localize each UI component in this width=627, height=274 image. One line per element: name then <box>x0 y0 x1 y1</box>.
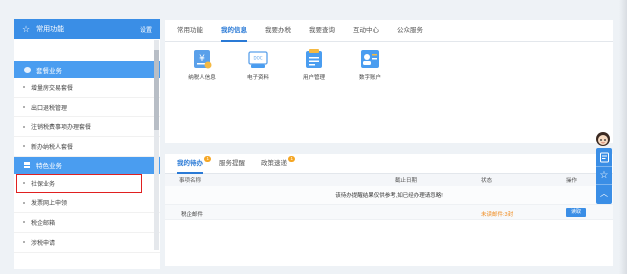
tab-label: 我的待办 <box>177 159 203 167</box>
icon-label: 电子资料 <box>246 75 269 81</box>
icon-label: 用户管理 <box>302 75 325 81</box>
favorite-star-icon[interactable]: ☆ <box>596 166 612 184</box>
col-action: 操作 <box>566 178 578 184</box>
tab-label: 政策速递 <box>261 159 287 167</box>
sidebar-item[interactable]: 增量房交易套餐 <box>14 78 160 98</box>
bullet-icon <box>23 241 25 244</box>
sidebar-item-label: 涉税申请 <box>31 240 56 247</box>
sidebar-item-label: 社保业务 <box>31 181 56 188</box>
table-header: 事项名称 截止日期 状态 操作 <box>165 174 613 186</box>
main-panel: 常用功能 我的信息 我要办税 我要查询 互动中心 公众服务 ¥ 纳税人信息 DO… <box>165 20 613 143</box>
tab-common[interactable]: 常用功能 <box>177 20 203 42</box>
sidebar-item-social-security[interactable]: 社保业务 <box>16 173 142 194</box>
digital-account-icon <box>359 48 381 70</box>
section-title: 特色业务 <box>36 163 62 171</box>
bullet-icon <box>23 125 25 128</box>
read-button[interactable]: 读取 <box>566 208 587 217</box>
tab-my-info[interactable]: 我的信息 <box>221 20 247 42</box>
table-row: 税企邮件 未读邮件:3封 读取 <box>165 204 613 220</box>
col-item: 事项名称 <box>179 178 202 184</box>
sidebar-scrollbar[interactable] <box>154 40 159 250</box>
section-header-featured[interactable]: 特色业务 <box>14 156 160 174</box>
tab-service-reminder[interactable]: 服务提醒 <box>219 154 245 174</box>
settings-link[interactable]: 设置 <box>140 25 152 34</box>
icon-label: 纳税人信息 <box>188 75 216 81</box>
user-management-tile[interactable]: 用户管理 <box>286 48 342 81</box>
tab-label: 服务提醒 <box>219 159 245 167</box>
scrollbar-thumb[interactable] <box>154 50 159 130</box>
sidebar-item-label: 发票网上申领 <box>31 201 68 208</box>
tab-policy-express[interactable]: 政策速递 1 <box>261 154 295 174</box>
count-badge: 1 <box>204 155 211 162</box>
sidebar-item[interactable]: 税企邮箱 <box>14 213 160 233</box>
package-icon <box>24 66 31 73</box>
electronic-docs-tile[interactable]: DOC 电子资料 <box>230 48 286 81</box>
sidebar-item[interactable]: 发票网上申领 <box>14 193 160 214</box>
star-icon: ☆ <box>22 23 31 34</box>
taxpayer-info-icon: ¥ <box>191 48 213 70</box>
tab-my-todo[interactable]: 我的待办 1 <box>177 154 211 174</box>
icon-label: 数字账户 <box>358 75 381 81</box>
sidebar-item-label: 税企邮箱 <box>31 220 56 227</box>
sidebar-header: ☆ 常用功能 设置 <box>14 19 160 39</box>
count-badge: 1 <box>288 155 295 162</box>
sidebar-item-label: 出口退税管理 <box>31 105 68 112</box>
chevron-up-icon[interactable]: ︿ <box>596 184 612 202</box>
bullet-icon <box>23 86 25 89</box>
todo-panel: 我的待办 1 服务提醒 政策速递 1 事项名称 截止日期 状态 操作 该待办提醒结果… <box>165 154 613 266</box>
grid-icon <box>24 162 30 169</box>
digital-account-tile[interactable]: 数字账户 <box>342 48 398 81</box>
section-header-packages[interactable]: 套餐业务 <box>14 61 160 78</box>
sidebar-item[interactable]: 涉税申请 <box>14 233 160 253</box>
assistant-avatar-icon[interactable] <box>594 130 612 148</box>
tab-query[interactable]: 我要查询 <box>309 20 335 42</box>
bullet-icon <box>23 201 25 204</box>
bullet-icon <box>23 106 25 109</box>
row-status[interactable]: 未读邮件:3封 <box>481 210 513 218</box>
tab-public-service[interactable]: 公众服务 <box>397 20 423 42</box>
electronic-docs-icon: DOC <box>247 48 269 70</box>
svg-text:DOC: DOC <box>253 56 262 61</box>
sidebar-item[interactable]: 注销税费事项办理套餐 <box>14 117 160 138</box>
row-item: 税企邮件 <box>181 212 204 218</box>
bullet-icon <box>23 182 25 185</box>
sidebar-item[interactable]: 新办纳税人套餐 <box>14 137 160 157</box>
todo-tabs: 我的待办 1 服务提醒 政策速递 1 <box>165 154 613 174</box>
sidebar-item-label: 新办纳税人套餐 <box>31 144 74 151</box>
bullet-icon <box>23 145 25 148</box>
sidebar-title: 常用功能 <box>36 26 65 33</box>
app-frame: ☆ 常用功能 设置 套餐业务 增量房交易套餐 出口退税管理 注销税费事项办理套餐… <box>0 0 627 274</box>
col-deadline: 截止日期 <box>395 178 418 184</box>
todo-notice: 该待办提醒结果仅供参考,如已经办理请忽略! <box>165 186 613 204</box>
quick-icons: ¥ 纳税人信息 DOC 电子资料 用户管理 数字账户 <box>165 42 613 81</box>
bullet-icon <box>23 221 25 224</box>
user-management-icon <box>303 48 325 70</box>
section-title: 套餐业务 <box>36 67 62 75</box>
floating-toolbar: ☆ ︿ <box>596 148 612 204</box>
main-tabs: 常用功能 我的信息 我要办税 我要查询 互动中心 公众服务 <box>165 20 613 42</box>
service-icon[interactable] <box>596 148 612 166</box>
col-status: 状态 <box>481 178 493 184</box>
sidebar-spacer <box>14 39 160 61</box>
sidebar: ☆ 常用功能 设置 套餐业务 增量房交易套餐 出口退税管理 注销税费事项办理套餐… <box>14 19 160 269</box>
sidebar-item[interactable]: 出口退税管理 <box>14 98 160 118</box>
svg-text:¥: ¥ <box>199 54 205 64</box>
taxpayer-info-tile[interactable]: ¥ 纳税人信息 <box>174 48 230 81</box>
tab-tax-handling[interactable]: 我要办税 <box>265 20 291 42</box>
sidebar-item-label: 增量房交易套餐 <box>31 85 74 92</box>
sidebar-item-label: 注销税费事项办理套餐 <box>31 125 92 132</box>
tab-interaction[interactable]: 互动中心 <box>353 20 379 42</box>
